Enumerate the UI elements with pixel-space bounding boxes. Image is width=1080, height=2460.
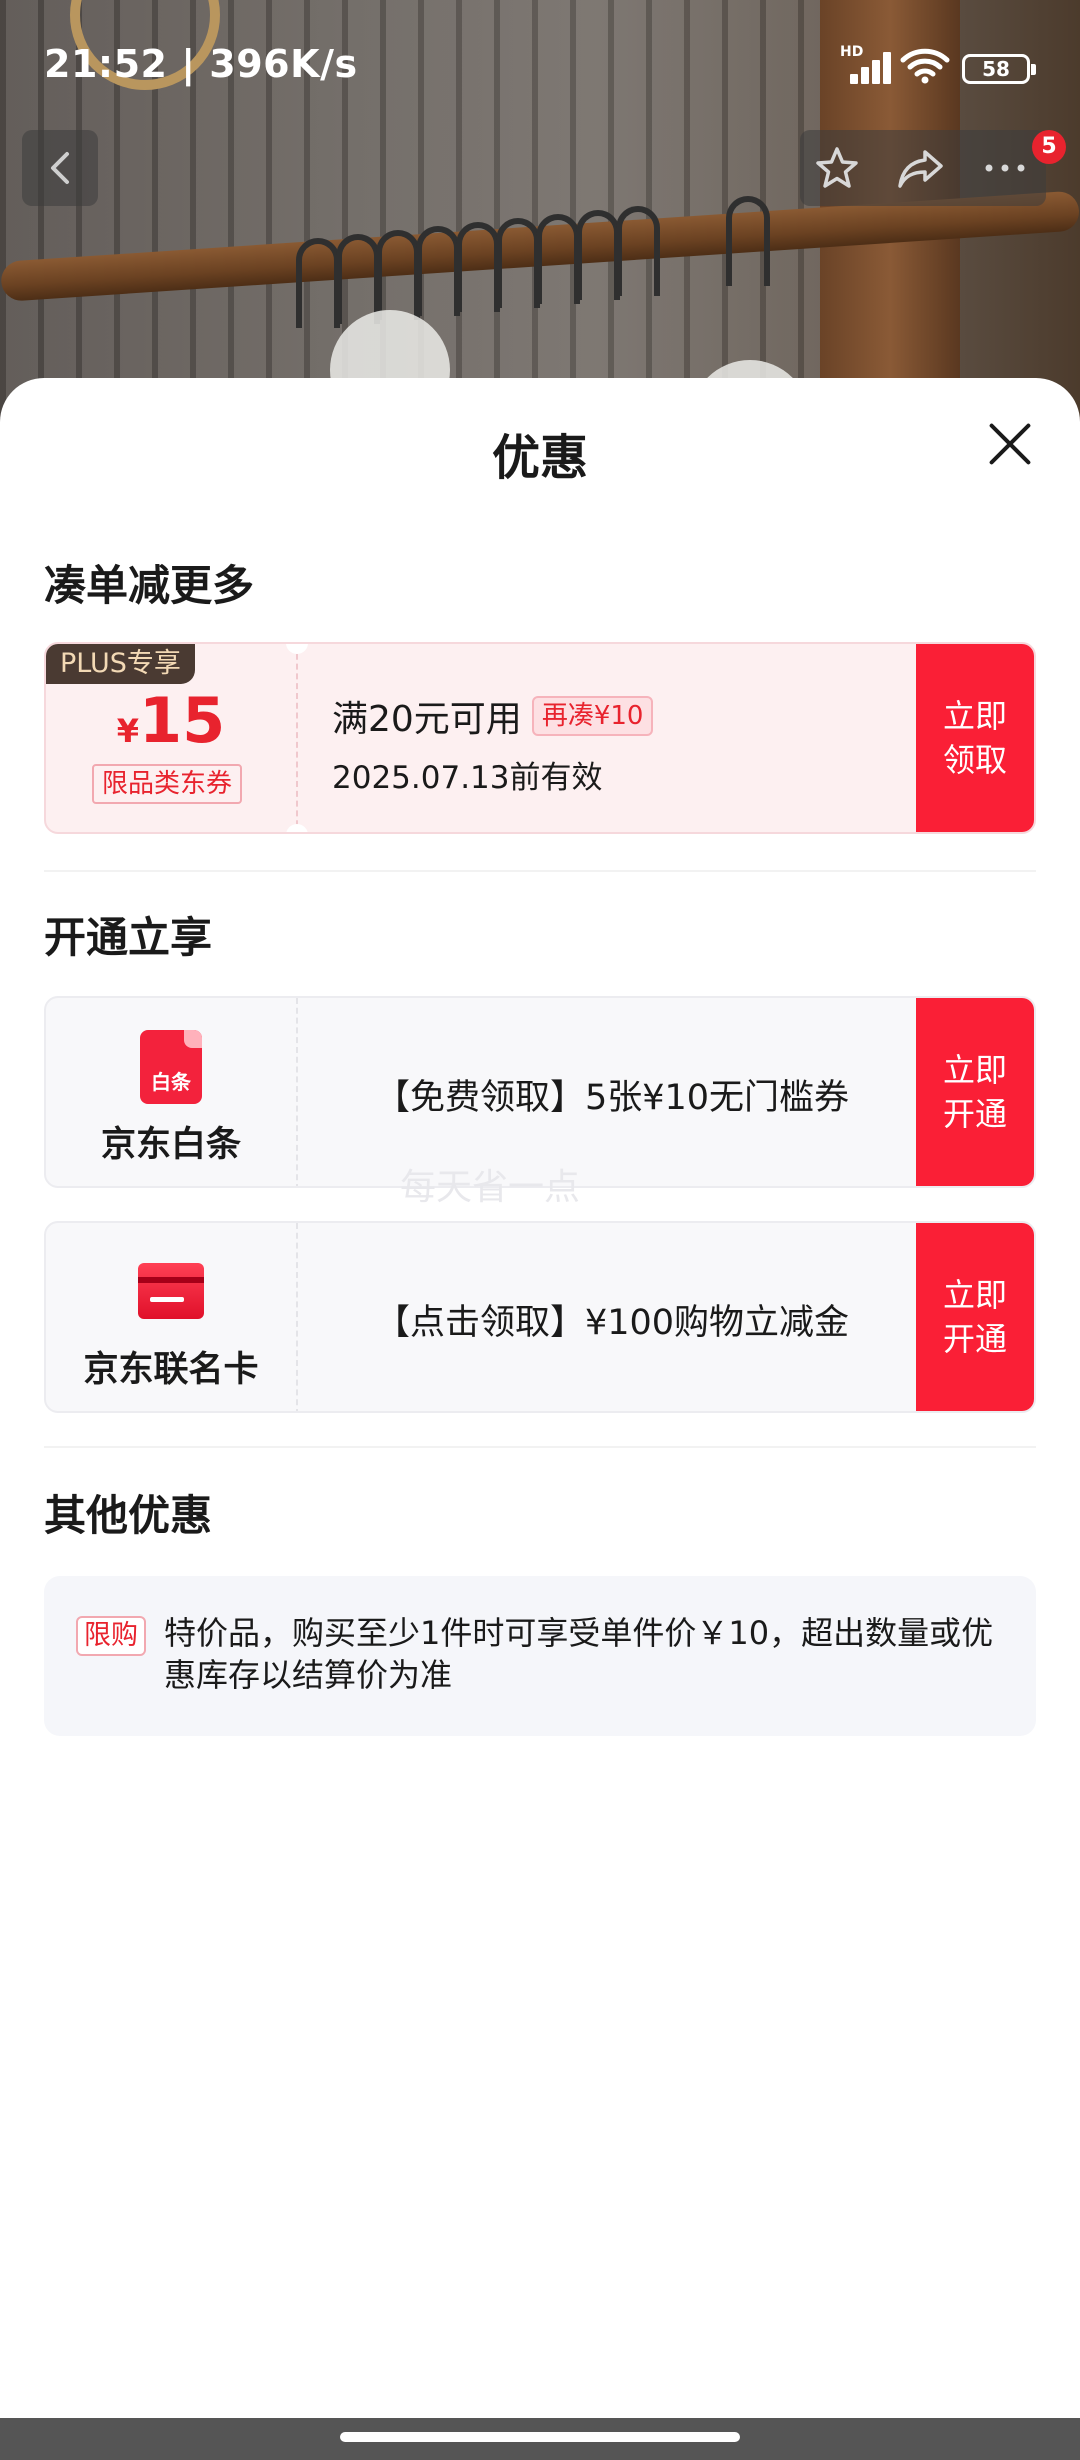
section-title-other: 其他优惠 xyxy=(44,1491,213,1540)
coupon-card: PLUS专享 ¥15 限品类东券 满20元可用 再凑¥10 2025.07.13… xyxy=(44,642,1036,834)
service-logo-area: 京东联名卡 xyxy=(46,1223,296,1411)
coupon-condition-text: 满20元可用 xyxy=(332,699,522,740)
top-actions xyxy=(800,130,1046,206)
message-count-badge: 5 xyxy=(1032,130,1066,164)
plus-exclusive-tag: PLUS专享 xyxy=(46,644,195,684)
activate-card-button[interactable]: 立即 开通 xyxy=(916,1223,1034,1411)
favorite-button[interactable] xyxy=(802,130,872,206)
currency-symbol: ¥ xyxy=(116,712,139,750)
service-perforation xyxy=(296,998,298,1186)
divider xyxy=(44,870,1036,872)
share-button[interactable] xyxy=(886,130,956,206)
more-button[interactable] xyxy=(970,130,1040,206)
back-button[interactable] xyxy=(22,130,98,206)
coupon-perforation xyxy=(296,644,298,832)
star-icon xyxy=(816,147,858,188)
claim-coupon-button[interactable]: 立即 领取 xyxy=(916,644,1034,832)
wifi-icon xyxy=(900,48,950,88)
service-perforation xyxy=(296,1223,298,1411)
section-title-bundle: 凑单减更多 xyxy=(44,561,255,610)
service-name: 京东联名卡 xyxy=(83,1350,259,1390)
coupon-amount: ¥15 xyxy=(46,684,296,757)
activate-baitiao-button[interactable]: 立即 开通 xyxy=(916,998,1034,1186)
coupon-condition: 满20元可用 再凑¥10 xyxy=(332,690,654,742)
status-bar: 21:52 | 396K/s HD 58 xyxy=(0,0,1080,120)
signal-icon xyxy=(840,50,891,84)
battery-icon: 58 xyxy=(962,54,1036,84)
divider xyxy=(44,1446,1036,1448)
home-indicator[interactable] xyxy=(340,2432,740,2442)
coupon-value-area: PLUS专享 ¥15 限品类东券 xyxy=(46,644,296,832)
section-title-activate: 开通立享 xyxy=(44,913,213,962)
share-icon xyxy=(898,150,943,188)
watermark: 每天省一点 xyxy=(400,1167,581,1208)
activate-button-line2: 开通 xyxy=(942,1320,1007,1358)
service-name: 京东白条 xyxy=(100,1125,241,1165)
coupon-notch-bottom xyxy=(286,824,308,832)
coupon-expiry: 2025.07.13前有效 xyxy=(332,760,603,796)
activate-button-line2: 开通 xyxy=(942,1095,1007,1133)
service-description: 【点击领取】¥100购物立减金 xyxy=(374,1302,850,1343)
activate-button-line1: 立即 xyxy=(942,1276,1007,1314)
activate-button-line1: 立即 xyxy=(942,1051,1007,1089)
service-card-cobrand-card: 京东联名卡 【点击领取】¥100购物立减金 立即 开通 xyxy=(44,1221,1036,1413)
system-navigation-bar xyxy=(0,2418,1080,2460)
discount-sheet: 优惠 凑单减更多 PLUS专享 ¥15 限品类东券 满20元可用 再凑¥10 2… xyxy=(0,378,1080,2418)
sheet-title: 优惠 xyxy=(491,430,588,486)
baitiao-icon-text: 白条 xyxy=(151,1070,191,1094)
credit-card-icon xyxy=(138,1263,204,1319)
promo-description: 特价品，购买至少1件时可享受单件价￥10，超出数量或优惠库存以结算价为准 xyxy=(164,1614,994,1694)
coupon-amount-value: 15 xyxy=(138,684,226,757)
close-button[interactable] xyxy=(986,420,1034,468)
service-logo-area: 白条 京东白条 xyxy=(46,998,296,1186)
chevron-left-icon xyxy=(51,152,69,184)
coupon-scope-tag: 限品类东券 xyxy=(92,764,243,804)
more-icon xyxy=(985,164,1025,172)
claim-button-line2: 领取 xyxy=(942,741,1007,779)
purchase-limit-tag: 限购 xyxy=(76,1616,146,1656)
claim-button-line1: 立即 xyxy=(942,697,1007,735)
other-promo-card: 限购 特价品，购买至少1件时可享受单件价￥10，超出数量或优惠库存以结算价为准 xyxy=(44,1576,1036,1736)
baitiao-icon: 白条 xyxy=(140,1030,202,1104)
status-time: 21:52 | 396K/s xyxy=(44,42,358,86)
add-more-tag: 再凑¥10 xyxy=(531,696,654,736)
